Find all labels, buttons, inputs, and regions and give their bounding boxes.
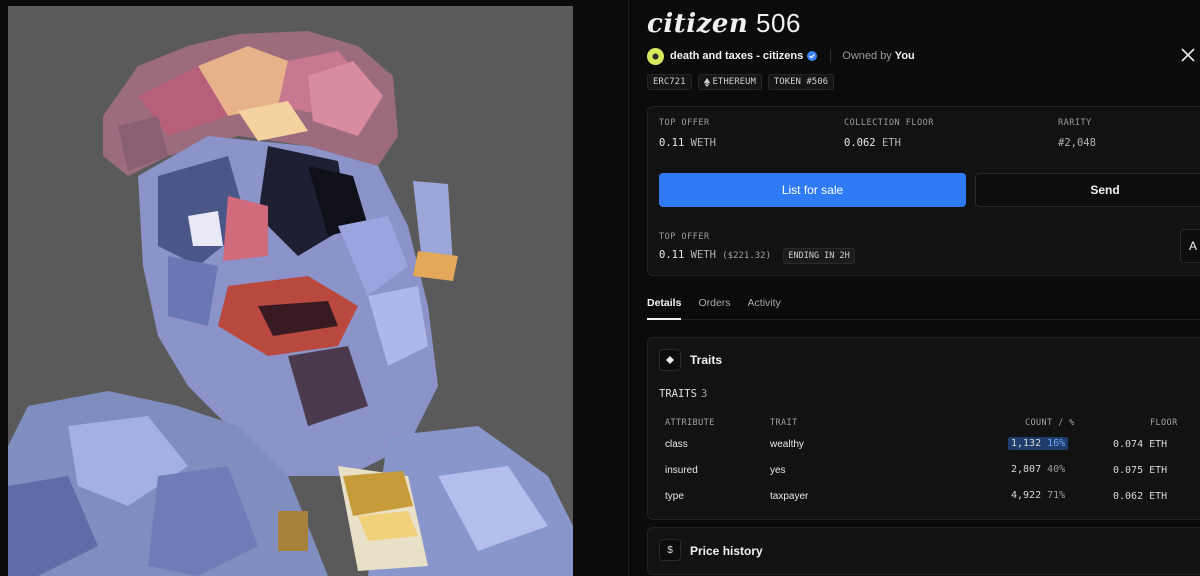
x-close-icon[interactable] xyxy=(1177,44,1199,66)
rarity-label: RARITY xyxy=(1058,118,1092,128)
header-attribute: ATTRIBUTE xyxy=(665,418,715,428)
ethereum-icon xyxy=(703,77,710,87)
verified-badge-icon xyxy=(807,51,818,61)
header-floor: FLOOR xyxy=(1150,418,1178,428)
collection-floor-label: COLLECTION FLOOR xyxy=(844,118,934,128)
chip-standard-label: ERC721 xyxy=(653,77,686,87)
owned-by-label: Owned by You xyxy=(842,50,915,62)
accept-offer-button[interactable]: A xyxy=(1180,229,1200,263)
nft-artwork-image[interactable] xyxy=(8,6,573,576)
top-offer-detail-value: 0.11 WETH ($221.32) ENDING IN 2H xyxy=(659,248,855,264)
artwork-panel xyxy=(0,0,628,576)
detail-tabs: Details Orders Activity xyxy=(647,292,1200,320)
collection-floor-value: 0.062 ETH xyxy=(844,137,934,149)
trait-pct: 40% xyxy=(1047,464,1066,475)
tab-details[interactable]: Details xyxy=(647,292,682,320)
trait-count: 2,807 xyxy=(1011,464,1042,475)
details-panel: citizen 506 death and taxes - citizens O… xyxy=(647,0,1200,576)
offer-card: TOP OFFER 0.11 WETH COLLECTION FLOOR 0.0… xyxy=(647,106,1200,276)
header-trait: TRAIT xyxy=(770,418,798,428)
token-chips: ERC721 ETHEREUM TOKEN #506 xyxy=(647,74,835,90)
price-history-card[interactable]: $ Price history xyxy=(647,527,1200,575)
dollar-icon: $ xyxy=(659,539,681,561)
trait-value: wealthy xyxy=(770,439,804,450)
trait-floor: 0.074 ETH xyxy=(1113,439,1168,450)
collection-row: death and taxes - citizens Owned by You xyxy=(647,46,915,66)
traits-card: Traits TRAITS 3 ATTRIBUTE TRAIT COUNT / %… xyxy=(647,337,1200,520)
trait-attribute: class xyxy=(665,439,688,450)
chip-token-id-label: TOKEN #506 xyxy=(773,77,829,87)
top-offer-detail-label: TOP OFFER xyxy=(659,232,710,242)
trait-floor: 0.075 ETH xyxy=(1113,465,1168,476)
collection-floor-amount: 0.062 xyxy=(844,137,876,149)
trait-value: yes xyxy=(770,465,786,476)
trait-row[interactable]: insured yes 2,807 40% 0.075 ETH xyxy=(648,462,1200,482)
traits-title[interactable]: Traits xyxy=(690,353,722,367)
tab-orders[interactable]: Orders xyxy=(698,292,730,320)
trait-value: taxpayer xyxy=(770,491,809,502)
price-history-title[interactable]: Price history xyxy=(690,544,763,558)
top-offer-stat: TOP OFFER 0.11 WETH xyxy=(659,118,716,149)
nft-title: citizen 506 xyxy=(647,8,801,39)
rarity-stat: RARITY #2,048 xyxy=(1058,118,1096,149)
diamond-icon xyxy=(659,349,681,371)
trait-pct: 16% xyxy=(1047,438,1066,449)
separator xyxy=(830,49,832,63)
nft-artwork-illustration xyxy=(8,6,573,576)
rarity-amount: #2,048 xyxy=(1058,137,1096,149)
top-offer-detail-unit: WETH xyxy=(690,249,716,261)
chip-chain: ETHEREUM xyxy=(697,74,762,90)
nft-title-script: citizen xyxy=(647,9,749,39)
top-offer-detail-usd: ($221.32) xyxy=(722,251,772,261)
trait-attribute: insured xyxy=(665,465,698,476)
chip-token-id: TOKEN #506 xyxy=(767,74,835,90)
chip-chain-label: ETHEREUM xyxy=(712,77,756,87)
chip-standard: ERC721 xyxy=(647,74,692,90)
collection-name-link[interactable]: death and taxes - citizens xyxy=(670,50,803,62)
send-button[interactable]: Send xyxy=(975,173,1200,207)
top-offer-detail-amount: 0.11 xyxy=(659,249,685,261)
top-offer-amount: 0.11 xyxy=(659,137,685,149)
trait-count-badge: 1,132 16% xyxy=(1008,437,1069,450)
trait-floor: 0.062 ETH xyxy=(1113,491,1168,502)
trait-count-badge: 4,922 71% xyxy=(1008,489,1068,502)
collection-floor-stat: COLLECTION FLOOR 0.062 ETH xyxy=(844,118,934,149)
panel-divider xyxy=(628,0,629,576)
traits-count-label: TRAITS xyxy=(659,388,697,400)
top-offer-detail: TOP OFFER 0.11 WETH ($221.32) ENDING IN … xyxy=(659,232,855,264)
owned-by-text: Owned by xyxy=(842,50,892,62)
trait-pct: 71% xyxy=(1047,490,1066,501)
trait-count-badge: 2,807 40% xyxy=(1008,463,1068,476)
top-offer-unit: WETH xyxy=(690,137,716,149)
trait-count: 4,922 xyxy=(1011,490,1042,501)
top-offer-label: TOP OFFER xyxy=(659,118,710,128)
owner-name-link[interactable]: You xyxy=(895,50,915,62)
collection-avatar[interactable] xyxy=(647,47,664,65)
list-for-sale-button[interactable]: List for sale xyxy=(659,173,966,207)
collection-floor-unit: ETH xyxy=(881,137,901,149)
rarity-value: #2,048 xyxy=(1058,137,1096,149)
tab-activity[interactable]: Activity xyxy=(748,292,781,320)
trait-count: 1,132 xyxy=(1011,438,1042,449)
top-offer-value: 0.11 WETH xyxy=(659,137,716,149)
trait-attribute: type xyxy=(665,491,684,502)
nft-title-number: 506 xyxy=(756,8,801,38)
trait-row[interactable]: class wealthy 1,132 16% 0.074 ETH xyxy=(648,436,1200,456)
traits-count-number: 3 xyxy=(700,388,708,400)
ending-badge: ENDING IN 2H xyxy=(783,248,855,264)
traits-count: TRAITS 3 xyxy=(659,388,707,400)
header-count: COUNT / % xyxy=(1025,418,1075,428)
trait-row[interactable]: type taxpayer 4,922 71% 0.062 ETH xyxy=(648,488,1200,508)
